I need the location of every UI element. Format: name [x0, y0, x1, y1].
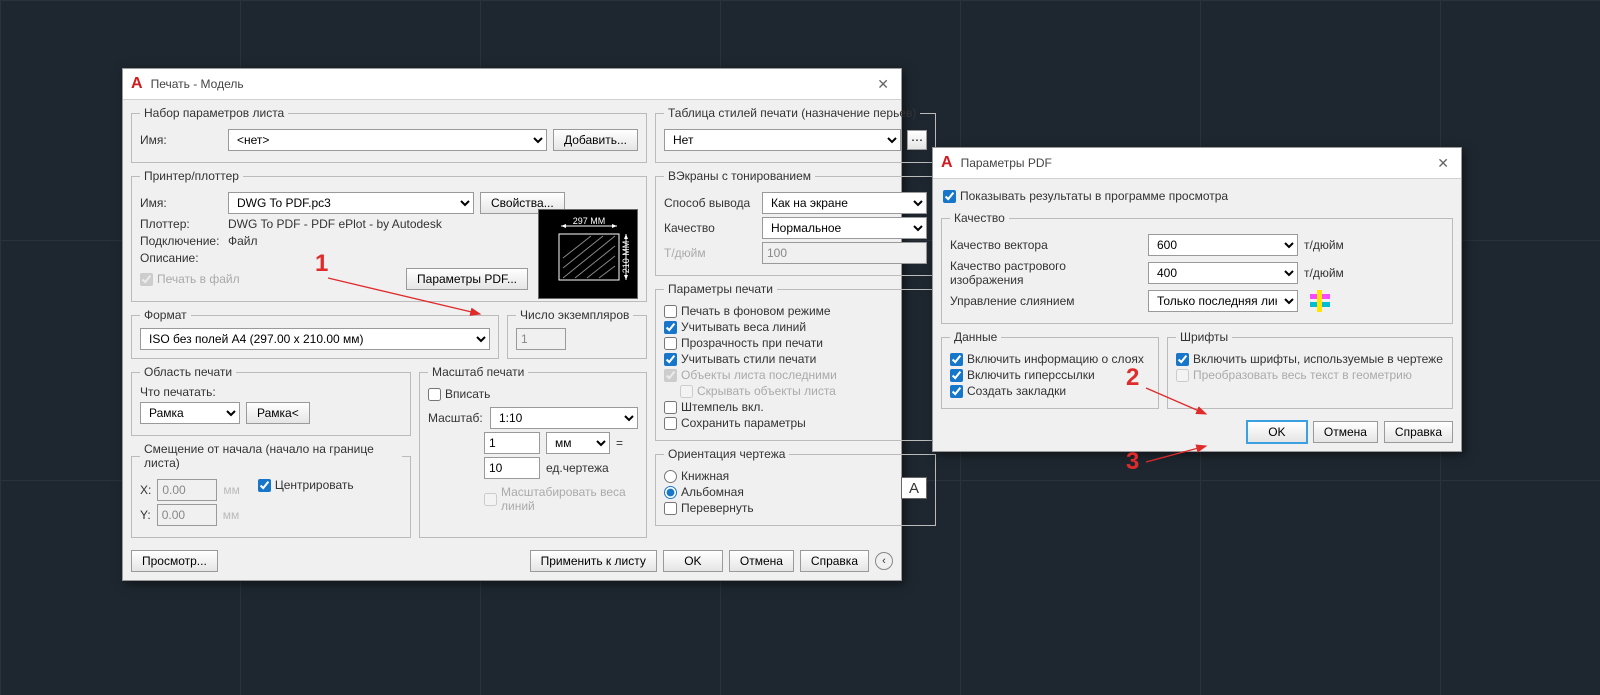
paper-size-select[interactable]: ISO без полей A4 (297.00 x 210.00 мм)	[140, 328, 490, 350]
preview-button[interactable]: Просмотр...	[131, 550, 218, 572]
format-group: Формат ISO без полей A4 (297.00 x 210.00…	[131, 308, 499, 359]
pdf-fonts-group: Шрифты Включить шрифты, используемые в ч…	[1167, 330, 1453, 409]
stamp-checkbox[interactable]	[664, 401, 677, 414]
capture-fonts-checkbox[interactable]	[1176, 353, 1189, 366]
layers-checkbox[interactable]	[950, 353, 963, 366]
svg-text:297 MM: 297 MM	[573, 216, 606, 226]
scale-group: Масштаб печати Вписать Масштаб:1:10 мм= …	[419, 365, 647, 538]
paper-preview: 297 MM 210 MM	[538, 209, 638, 299]
close-icon[interactable]: ✕	[873, 76, 893, 93]
weights-checkbox[interactable]	[664, 321, 677, 334]
pageset-group: Набор параметров листа Имя: <нет> Добави…	[131, 106, 647, 163]
scale-weights-checkbox	[484, 493, 497, 506]
annotation-1: 1	[315, 250, 328, 278]
pdf-ok-button[interactable]: OK	[1247, 421, 1307, 443]
shade-select[interactable]: Как на экране	[762, 192, 927, 214]
offset-y-input	[157, 504, 217, 526]
bg-checkbox[interactable]	[664, 305, 677, 318]
hyperlinks-checkbox[interactable]	[950, 369, 963, 382]
scale-a-input[interactable]	[484, 432, 540, 454]
scale-preset-select[interactable]: 1:10	[490, 407, 638, 429]
pdf-title: Параметры PDF	[961, 156, 1434, 170]
show-results-checkbox[interactable]	[943, 190, 956, 203]
titlebar[interactable]: A Печать - Модель ✕	[123, 69, 901, 100]
pdf-titlebar[interactable]: A Параметры PDF ✕	[933, 148, 1461, 179]
plot-dialog: A Печать - Модель ✕ Набор параметров лис…	[122, 68, 902, 581]
pdf-body: Показывать результаты в программе просмо…	[933, 179, 1461, 451]
pageset-name-select[interactable]: <нет>	[228, 129, 547, 151]
pdf-options-dialog: A Параметры PDF ✕ Показывать результаты …	[932, 147, 1462, 452]
plot-title: Печать - Модель	[151, 77, 874, 91]
hide-checkbox	[680, 385, 693, 398]
copies-input	[516, 328, 566, 350]
printer-group: Принтер/плоттер Имя: DWG To PDF.pc3 Свой…	[131, 169, 647, 302]
merge-select[interactable]: Только последняя линия	[1148, 290, 1298, 312]
viewports-group: ВЭкраны с тонированием Способ выводаКак …	[655, 169, 936, 276]
pageset-add-button[interactable]: Добавить...	[553, 129, 638, 151]
landscape-radio[interactable]	[664, 486, 677, 499]
vector-dpi-select[interactable]: 600	[1148, 234, 1298, 256]
plot-to-file-checkbox	[140, 273, 153, 286]
portrait-radio[interactable]	[664, 470, 677, 483]
pdf-cancel-button[interactable]: Отмена	[1313, 421, 1378, 443]
text-geom-checkbox	[1176, 369, 1189, 382]
autodesk-icon: A	[941, 154, 953, 172]
help-button[interactable]: Справка	[800, 550, 869, 572]
transparency-checkbox[interactable]	[664, 337, 677, 350]
cancel-button[interactable]: Отмена	[729, 550, 794, 572]
plot-area-group: Область печати Что печатать: Рамка Рамка…	[131, 365, 411, 436]
pdf-options-button[interactable]: Параметры PDF...	[406, 268, 528, 290]
fit-checkbox[interactable]	[428, 388, 441, 401]
annotation-2: 2	[1126, 364, 1139, 392]
styles-checkbox[interactable]	[664, 353, 677, 366]
raster-dpi-select[interactable]: 400	[1148, 262, 1298, 284]
styletable-select[interactable]: Нет	[664, 129, 901, 151]
scale-b-input[interactable]	[484, 457, 540, 479]
offset-x-input	[157, 479, 217, 501]
styletable-edit-button[interactable]: ⋯	[907, 130, 927, 150]
close-icon[interactable]: ✕	[1433, 155, 1453, 172]
scale-unit-select[interactable]: мм	[546, 432, 610, 454]
plotter-name-select[interactable]: DWG To PDF.pc3	[228, 192, 474, 214]
orientation-icon: A	[901, 477, 927, 499]
paperspace-checkbox	[664, 369, 677, 382]
quality-select[interactable]: Нормальное	[762, 217, 927, 239]
plot-body: Набор параметров листа Имя: <нет> Добави…	[123, 100, 901, 580]
annotation-3: 3	[1126, 448, 1139, 476]
save-checkbox[interactable]	[664, 417, 677, 430]
apply-layout-button[interactable]: Применить к листу	[530, 550, 657, 572]
offset-group: Смещение от начала (начало на границе ли…	[131, 442, 411, 538]
merge-preview-icon	[1304, 290, 1336, 312]
bookmarks-checkbox[interactable]	[950, 385, 963, 398]
window-pick-button[interactable]: Рамка<	[246, 402, 310, 424]
pdf-quality-group: Качество Качество вектора600т/дюйм Качес…	[941, 211, 1453, 324]
dpi-input	[762, 242, 927, 264]
autodesk-icon: A	[131, 75, 143, 93]
expand-icon[interactable]: ‹	[875, 552, 893, 570]
ok-button[interactable]: OK	[663, 550, 723, 572]
orientation-group: Ориентация чертежа Книжная Альбомная Пер…	[655, 447, 936, 526]
styletable-group: Таблица стилей печати (назначение перьев…	[655, 106, 936, 163]
plot-options-group: Параметры печати Печать в фоновом режиме…	[655, 282, 936, 441]
copies-group: Число экземпляров	[507, 308, 647, 359]
upsidedown-checkbox[interactable]	[664, 502, 677, 515]
pdf-help-button[interactable]: Справка	[1384, 421, 1453, 443]
center-checkbox[interactable]	[258, 479, 271, 492]
plot-area-select[interactable]: Рамка	[140, 402, 240, 424]
